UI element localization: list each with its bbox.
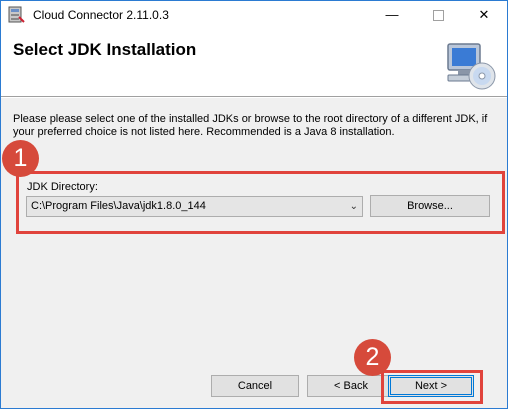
header-banner: Select JDK Installation [1, 29, 507, 97]
callout-badge-1: 1 [2, 140, 39, 177]
installer-app-icon [8, 6, 25, 23]
banner-divider [1, 97, 507, 98]
installer-window: Cloud Connector 2.11.0.3 — ✕ Select JDK … [0, 0, 508, 409]
next-button-highlight [381, 370, 483, 404]
close-button[interactable]: ✕ [461, 1, 507, 29]
minimize-icon: — [385, 7, 399, 22]
cancel-button[interactable]: Cancel [211, 375, 299, 397]
window-title: Cloud Connector 2.11.0.3 [33, 8, 169, 22]
computer-cd-icon [447, 43, 496, 90]
maximize-icon [432, 10, 444, 22]
page-title: Select JDK Installation [13, 40, 197, 59]
maximize-button[interactable] [415, 1, 461, 29]
title-bar[interactable]: Cloud Connector 2.11.0.3 — ✕ [1, 1, 507, 29]
instructions-text: Please please select one of the installe… [13, 113, 488, 138]
close-icon: ✕ [478, 7, 490, 22]
jdk-selection-highlight [16, 171, 505, 234]
minimize-button[interactable]: — [369, 1, 415, 29]
callout-badge-2: 2 [354, 339, 391, 376]
